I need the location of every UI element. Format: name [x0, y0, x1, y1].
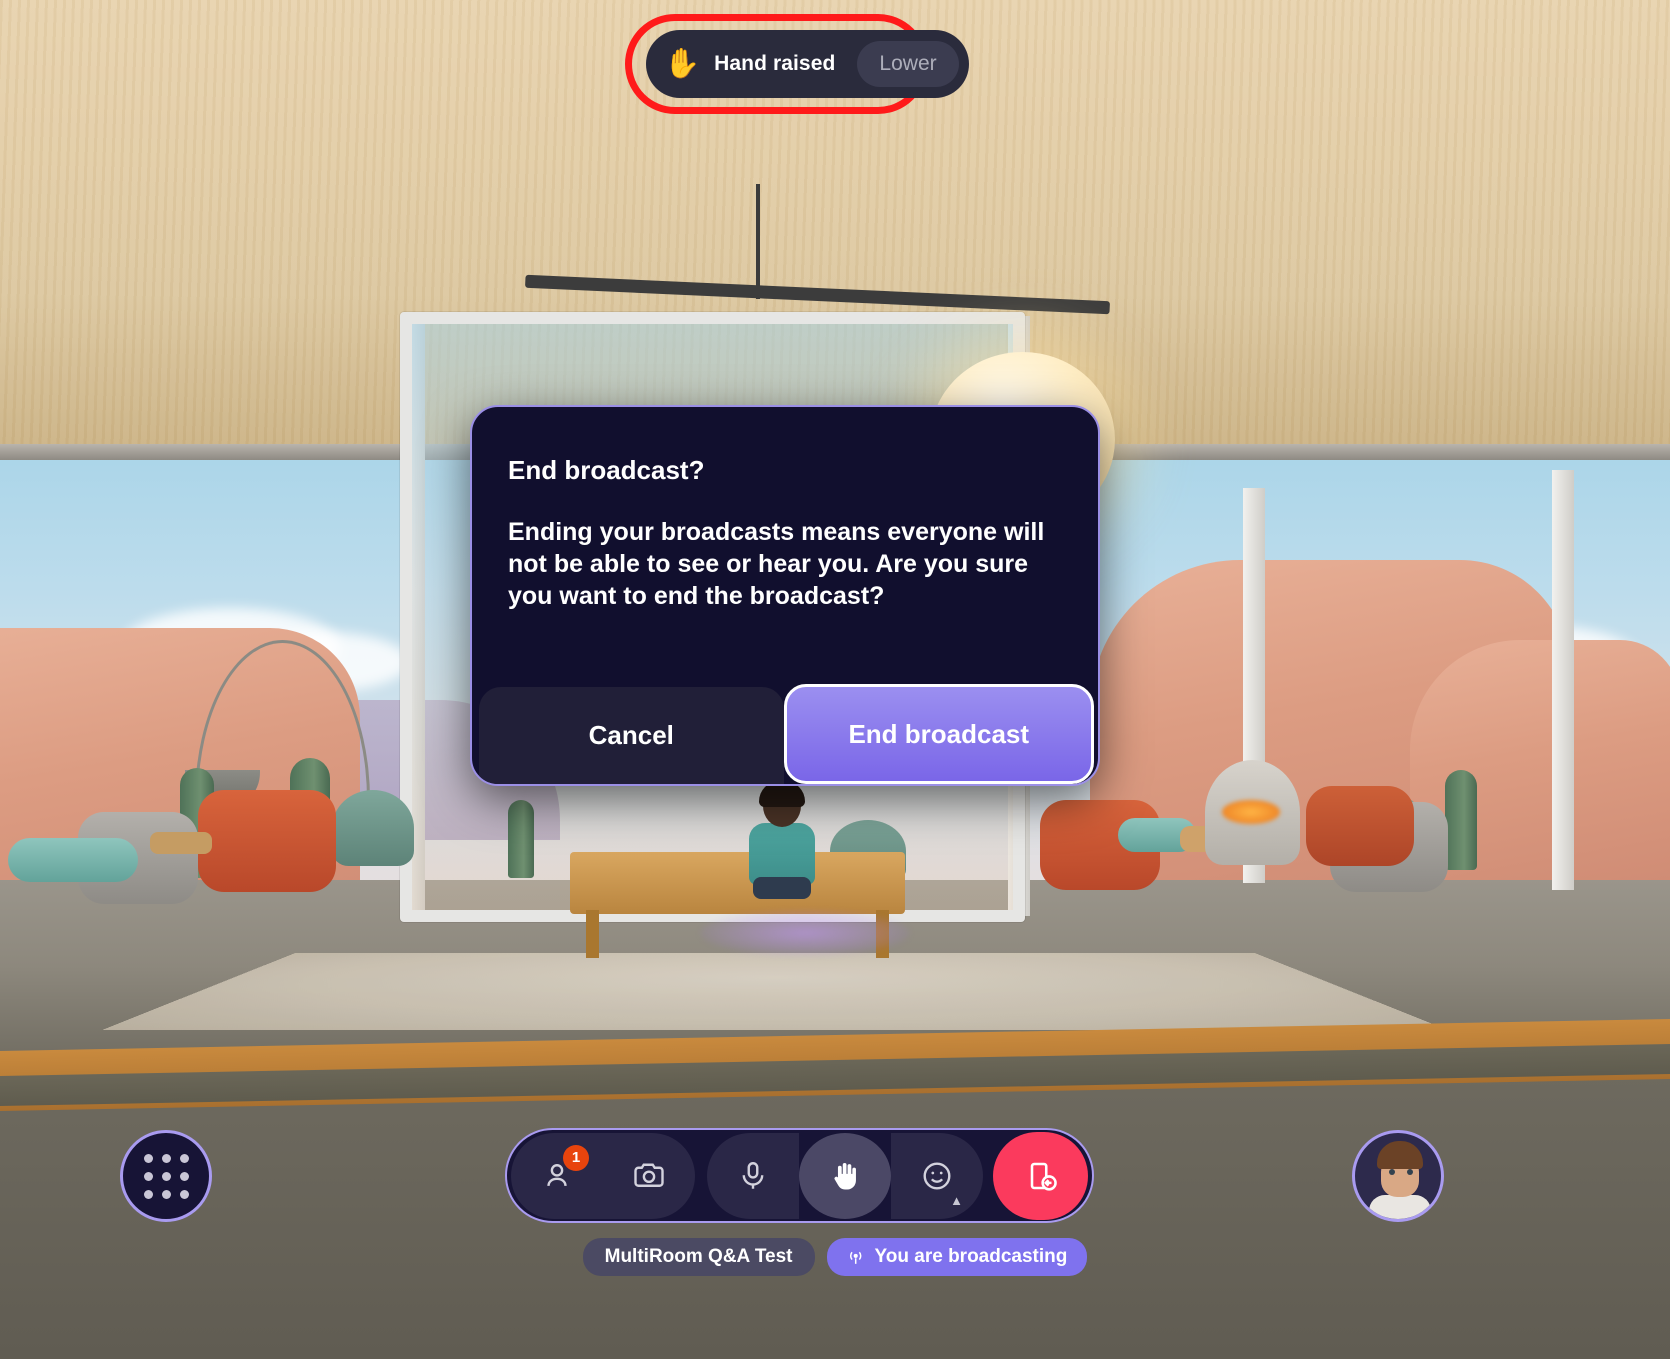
- camera-icon: [634, 1163, 664, 1187]
- participants-button[interactable]: 1: [511, 1132, 603, 1219]
- avatar-hair-top: [1377, 1141, 1423, 1169]
- coffee-table-teal: [8, 838, 138, 882]
- hand-raised-banner: ✋ Hand raised Lower: [646, 30, 969, 98]
- microphone-button[interactable]: [707, 1132, 799, 1219]
- microphone-icon: [742, 1161, 764, 1189]
- portal-glow-effect: [700, 910, 910, 956]
- avatar-body: [1369, 1195, 1431, 1219]
- hand-raised-label: Hand raised: [714, 52, 836, 75]
- dialog-message: Ending your broadcasts means everyone wi…: [508, 518, 1045, 610]
- grid-dots-icon: [143, 1153, 189, 1199]
- wooden-bench: [570, 852, 905, 914]
- pillar-edge-right: [1552, 470, 1574, 890]
- avatar-lower: [753, 877, 811, 899]
- avatar-eye-right: [1407, 1169, 1413, 1175]
- avatar-eye-left: [1389, 1169, 1395, 1175]
- room-name-pill: MultiRoom Q&A Test: [582, 1238, 815, 1276]
- bench-leg-left: [586, 910, 599, 958]
- end-broadcast-dialog: End broadcast? Ending your broadcasts me…: [470, 405, 1100, 786]
- dialog-title: End broadcast?: [508, 455, 705, 485]
- light-rod: [756, 184, 760, 299]
- cactus-5: [1445, 770, 1477, 870]
- camera-button[interactable]: [603, 1132, 695, 1219]
- fire-flame: [1222, 800, 1280, 824]
- dialog-panel: End broadcast? Ending your broadcasts me…: [470, 405, 1100, 786]
- avatar-torso: [749, 823, 815, 885]
- dialog-body: End broadcast? Ending your broadcasts me…: [472, 407, 1098, 612]
- cactus-4: [508, 800, 534, 878]
- agave-plant-left: [332, 790, 414, 866]
- broadcast-status-pill: You are broadcasting: [826, 1238, 1088, 1276]
- chevron-up-icon: ▲: [950, 1192, 963, 1208]
- broadcast-status-label: You are broadcasting: [874, 1246, 1068, 1267]
- reactions-button[interactable]: ▲: [891, 1132, 983, 1219]
- apps-grid-button[interactable]: [120, 1130, 212, 1222]
- leave-room-button[interactable]: [993, 1131, 1088, 1220]
- participants-badge: 1: [563, 1144, 589, 1171]
- cancel-button[interactable]: Cancel: [479, 687, 784, 784]
- side-table-left: [150, 832, 212, 854]
- seated-avatar: [745, 781, 817, 903]
- broadcast-icon: [849, 1251, 861, 1264]
- main-toolbar: 1 ▲: [505, 1128, 1094, 1223]
- dialog-actions: Cancel End broadcast: [472, 612, 1098, 784]
- self-avatar-button[interactable]: [1352, 1130, 1444, 1222]
- armchair-orange-far-right: [1306, 786, 1414, 866]
- status-bar: MultiRoom Q&A Test You are broadcasting: [0, 1238, 1670, 1276]
- end-broadcast-button[interactable]: End broadcast: [783, 684, 1094, 784]
- raised-hand-emoji-icon: ✋: [664, 47, 701, 80]
- raised-hand-icon: [834, 1162, 856, 1189]
- emoji-smiley-icon: [923, 1162, 951, 1189]
- leave-room-icon: [1030, 1162, 1057, 1191]
- lower-hand-button[interactable]: Lower: [857, 41, 959, 87]
- armchair-orange-left: [198, 790, 336, 892]
- raise-hand-button[interactable]: [799, 1132, 891, 1219]
